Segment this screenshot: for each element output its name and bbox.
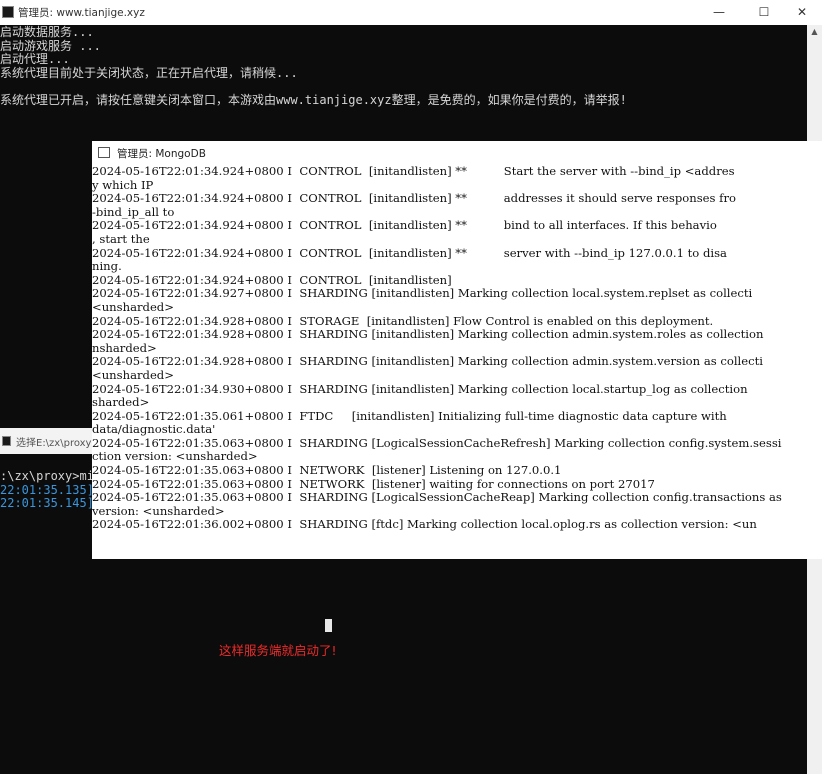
log-line: 2024-05-16T22:01:36.002+0800 I SHARDING …: [92, 517, 757, 532]
log-line: data/diagnostic.data': [92, 422, 216, 437]
annotation-text: 这样服务端就启动了!: [219, 643, 337, 658]
proxy-window-title: 选择E:\zx\proxy: [16, 438, 92, 449]
log-line: 2024-05-16T22:01:35.063+0800 I NETWORK […: [92, 463, 562, 478]
log-line: 2024-05-16T22:01:34.924+0800 I CONTROL […: [92, 272, 452, 287]
console-line: 启动数据服务...: [0, 25, 94, 39]
log-line: 2024-05-16T22:01:35.063+0800 I SHARDING …: [92, 490, 782, 505]
console-app-icon: [98, 147, 110, 158]
log-line: 2024-05-16T22:01:34.928+0800 I STORAGE […: [92, 313, 714, 328]
mongodb-window-titlebar[interactable]: 管理员: MongoDB: [92, 141, 822, 165]
proxy-log-line: 22:01:35.145]: [0, 496, 94, 510]
proxy-prompt-line: :\zx\proxy>mit: [0, 469, 102, 483]
log-line: 2024-05-16T22:01:34.924+0800 I CONTROL […: [92, 245, 727, 260]
log-line: 2024-05-16T22:01:34.928+0800 I SHARDING …: [92, 327, 764, 342]
log-line: , start the: [92, 231, 150, 246]
log-line: 2024-05-16T22:01:35.063+0800 I SHARDING …: [92, 435, 782, 450]
log-line: sharded>: [92, 395, 150, 410]
log-line: 2024-05-16T22:01:35.061+0800 I FTDC [ini…: [92, 408, 727, 423]
log-line: ction version: <unsharded>: [92, 449, 258, 464]
log-line: 2024-05-16T22:01:34.927+0800 I SHARDING …: [92, 286, 753, 301]
log-line: 2024-05-16T22:01:34.928+0800 I SHARDING …: [92, 354, 763, 369]
mongodb-log-output: 2024-05-16T22:01:34.924+0800 I CONTROL […: [92, 165, 822, 559]
proxy-window-titlebar[interactable]: 选择E:\zx\proxy: [0, 428, 92, 454]
log-line: nsharded>: [92, 340, 157, 355]
main-window-title: 管理员: www.tianjige.xyz: [18, 7, 145, 19]
mongodb-window-title: 管理员: MongoDB: [117, 148, 206, 160]
log-line: 2024-05-16T22:01:34.930+0800 I SHARDING …: [92, 381, 748, 396]
main-window-titlebar[interactable]: 管理员: www.tianjige.xyz — ☐ ✕: [0, 0, 822, 25]
log-line: y which IP: [92, 177, 154, 192]
close-icon[interactable]: ✕: [783, 0, 821, 25]
console-app-icon: [2, 436, 11, 446]
log-line: 2024-05-16T22:01:34.924+0800 I CONTROL […: [92, 218, 717, 233]
proxy-window[interactable]: 选择E:\zx\proxy :\zx\proxy>mit 22:01:35.13…: [0, 428, 101, 514]
maximize-icon[interactable]: ☐: [745, 0, 783, 25]
scroll-up-arrow-icon[interactable]: ▲: [807, 27, 822, 36]
log-line: <unsharded>: [92, 299, 174, 314]
console-line: 启动代理...: [0, 52, 70, 66]
log-line: 2024-05-16T22:01:34.924+0800 I CONTROL […: [92, 165, 735, 178]
console-app-icon: [2, 6, 14, 18]
mongodb-window[interactable]: 管理员: MongoDB 2024-05-16T22:01:34.924+080…: [92, 141, 822, 559]
minimize-icon[interactable]: —: [700, 0, 738, 25]
log-line: -bind_ip_all to: [92, 204, 175, 219]
log-line: <unsharded>: [92, 367, 174, 382]
text-cursor: [325, 619, 332, 632]
console-line: 系统代理目前处于关闭状态，正在开启代理，请稍候...: [0, 66, 298, 80]
log-line: version: <unsharded>: [92, 503, 225, 518]
log-line: 2024-05-16T22:01:34.924+0800 I CONTROL […: [92, 191, 736, 206]
log-line: 2024-05-16T22:01:35.063+0800 I NETWORK […: [92, 476, 655, 491]
log-line: ning.: [92, 259, 122, 274]
console-line: 系统代理已开启，请按任意键关闭本窗口，本游戏由www.tianjige.xyz整…: [0, 93, 627, 107]
